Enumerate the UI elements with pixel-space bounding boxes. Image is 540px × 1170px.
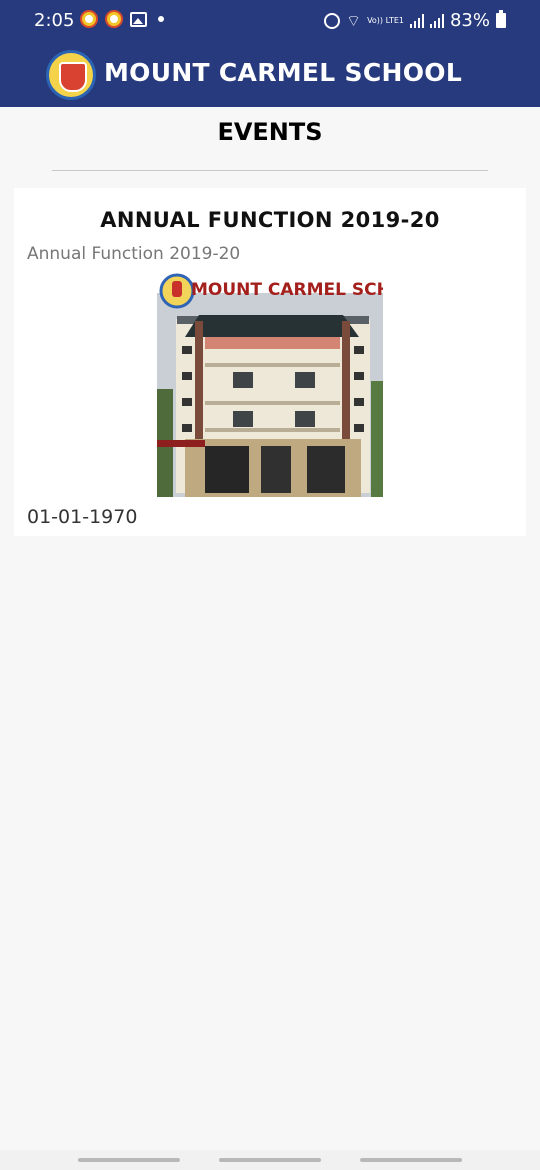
signal-icon xyxy=(409,13,424,28)
recent-apps-button[interactable] xyxy=(78,1158,180,1162)
event-description: Annual Function 2019-20 xyxy=(27,244,241,264)
system-navigation-bar xyxy=(0,1150,540,1170)
wifi-icon: ⌔ xyxy=(346,10,362,30)
home-button[interactable] xyxy=(219,1158,321,1162)
network-label: Vo)) LTE1 xyxy=(367,15,404,25)
status-bar: 2:05 ⌔ Vo)) LTE1 83% xyxy=(0,0,540,42)
event-title: ANNUAL FUNCTION 2019-20 xyxy=(100,208,440,232)
back-button[interactable] xyxy=(360,1158,462,1162)
app-bar: MOUNT CARMEL SCHOOL xyxy=(0,42,540,107)
event-image[interactable]: MOUNT CARMEL SCHOOL xyxy=(157,271,383,497)
event-card[interactable]: ANNUAL FUNCTION 2019-20 Annual Function … xyxy=(14,188,526,536)
status-notifications xyxy=(80,10,164,28)
app-title: MOUNT CARMEL SCHOOL xyxy=(104,58,463,87)
battery-icon xyxy=(496,10,506,28)
event-date: 01-01-1970 xyxy=(27,506,138,528)
school-crest-logo xyxy=(46,50,96,100)
notification-icon xyxy=(80,10,98,28)
school-building-image: MOUNT CARMEL SCHOOL xyxy=(157,271,383,497)
status-time: 2:05 xyxy=(34,10,75,31)
dot-icon xyxy=(158,16,164,22)
image-caption: MOUNT CARMEL SCHOOL xyxy=(191,280,383,300)
gallery-icon xyxy=(130,11,147,27)
status-system-icons: ⌔ Vo)) LTE1 83% xyxy=(324,10,506,31)
title-divider xyxy=(52,170,488,171)
signal-icon xyxy=(429,13,444,28)
notification-icon xyxy=(105,10,123,28)
alarm-icon xyxy=(324,12,341,29)
page-title: EVENTS xyxy=(217,118,323,146)
battery-percent: 83% xyxy=(449,10,490,31)
